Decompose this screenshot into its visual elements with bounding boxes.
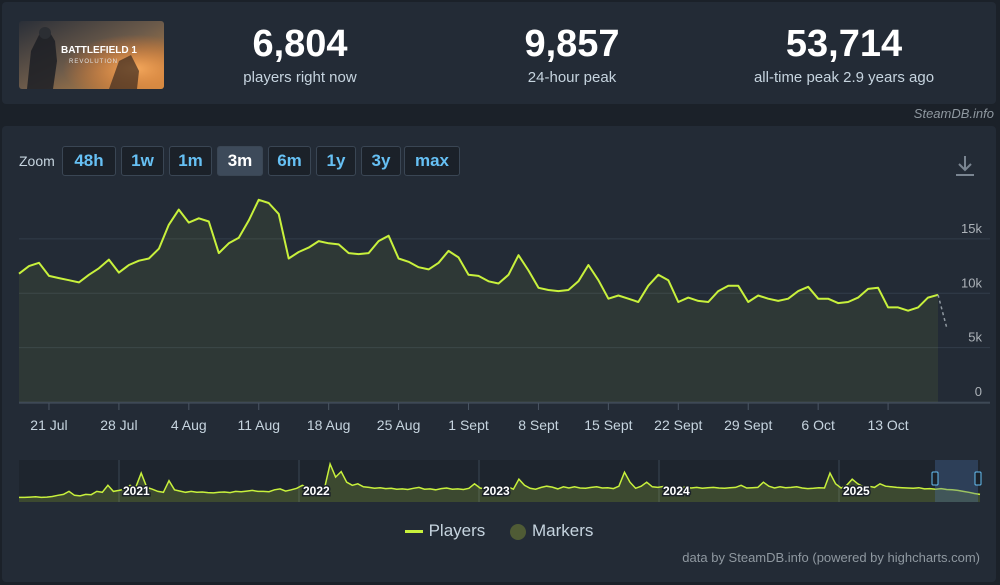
current-players-label: players right now bbox=[243, 69, 357, 86]
x-tick-label: 6 Oct bbox=[801, 417, 835, 433]
legend-players-label: Players bbox=[428, 521, 486, 540]
x-tick-label: 22 Sept bbox=[654, 417, 702, 433]
x-tick-label: 28 Jul bbox=[100, 417, 137, 433]
y-tick-label: 10k bbox=[961, 275, 982, 290]
game-artwork: BATTLEFIELD 1 REVOLUTION bbox=[19, 21, 164, 89]
legend-item-players[interactable]: Players bbox=[404, 521, 486, 541]
x-tick-label: 25 Aug bbox=[377, 417, 421, 433]
navigator-year-label: 2023 bbox=[483, 484, 510, 498]
main-player-chart[interactable]: 05k10k15k 21 Jul 28 Jul 4 Aug 11 Aug 18 Aug 2… bbox=[2, 126, 996, 446]
navigator-body: 2021 2022 2023 2024 2025 bbox=[19, 460, 982, 502]
markers-swatch bbox=[510, 523, 526, 540]
players-series bbox=[18, 198, 948, 402]
navigator-handle bbox=[974, 471, 982, 486]
navigator-year-label: 2025 bbox=[843, 484, 870, 498]
x-tick-label: 18 Aug bbox=[307, 417, 351, 433]
x-tick-label: 4 Aug bbox=[171, 417, 207, 433]
players-projection bbox=[937, 294, 948, 330]
x-axis-ticks: 21 Jul 28 Jul 4 Aug 11 Aug 18 Aug 25 Aug 1 Sep… bbox=[30, 403, 909, 433]
y-tick-label: 0 bbox=[975, 384, 982, 399]
steamdb-credit[interactable]: SteamDB.info bbox=[914, 106, 994, 121]
game-thumbnail[interactable]: BATTLEFIELD 1 REVOLUTION bbox=[19, 21, 164, 89]
peak-24h-label: 24-hour peak bbox=[527, 69, 617, 86]
navigator-year-label: 2024 bbox=[663, 484, 690, 498]
x-tick-label: 8 Sept bbox=[518, 417, 559, 433]
y-axis-ticks: 0 5k 10k 15k bbox=[961, 221, 982, 399]
peak-24h-value: 9,857 bbox=[524, 23, 620, 65]
chart-panel: Zoom 48h 1w 1m 3m 6m 1y 3y max 0 5k 10k 15k… bbox=[2, 126, 996, 582]
x-tick-label: 15 Sept bbox=[584, 417, 632, 433]
all-time-peak-label: all-time peak 2.9 years ago bbox=[753, 69, 935, 86]
x-tick-label: 11 Aug bbox=[237, 417, 280, 433]
data-source-credit[interactable]: data by SteamDB.info (powered by highcha… bbox=[682, 550, 980, 565]
current-players-value: 6,804 bbox=[252, 23, 348, 65]
game-subtitle-text: REVOLUTION bbox=[69, 59, 118, 65]
navigator-year-label: 2021 bbox=[123, 484, 150, 498]
navigator-year-label: 2022 bbox=[303, 484, 330, 498]
stat-all-time-peak: 53,714 all-time peak 2.9 years ago bbox=[714, 22, 974, 88]
x-tick-label: 13 Oct bbox=[867, 417, 908, 433]
game-title-text: BATTLEFIELD 1 bbox=[61, 45, 137, 56]
legend-item-markers[interactable]: Markers bbox=[510, 521, 593, 541]
players-area bbox=[19, 199, 938, 402]
all-time-peak-value: 53,714 bbox=[785, 23, 903, 65]
players-swatch bbox=[404, 530, 423, 534]
stat-current-players: 6,804 players right now bbox=[200, 22, 400, 88]
stat-24h-peak: 9,857 24-hour peak bbox=[472, 22, 672, 88]
navigator-handle bbox=[931, 471, 939, 486]
navigator-chart[interactable]: 2021 2022 2023 2024 2025 bbox=[2, 456, 996, 506]
chart-legend: Players Markers bbox=[2, 521, 996, 541]
x-tick-label: 29 Sept bbox=[724, 417, 772, 433]
navigator-selection bbox=[935, 460, 978, 502]
y-tick-label: 15k bbox=[961, 221, 982, 236]
y-tick-label: 5k bbox=[968, 330, 982, 345]
x-tick-label: 1 Sept bbox=[448, 417, 489, 433]
legend-markers-label: Markers bbox=[532, 521, 594, 540]
x-tick-label: 21 Jul bbox=[30, 417, 67, 433]
stats-header: BATTLEFIELD 1 REVOLUTION 6,804 players r… bbox=[2, 2, 996, 104]
